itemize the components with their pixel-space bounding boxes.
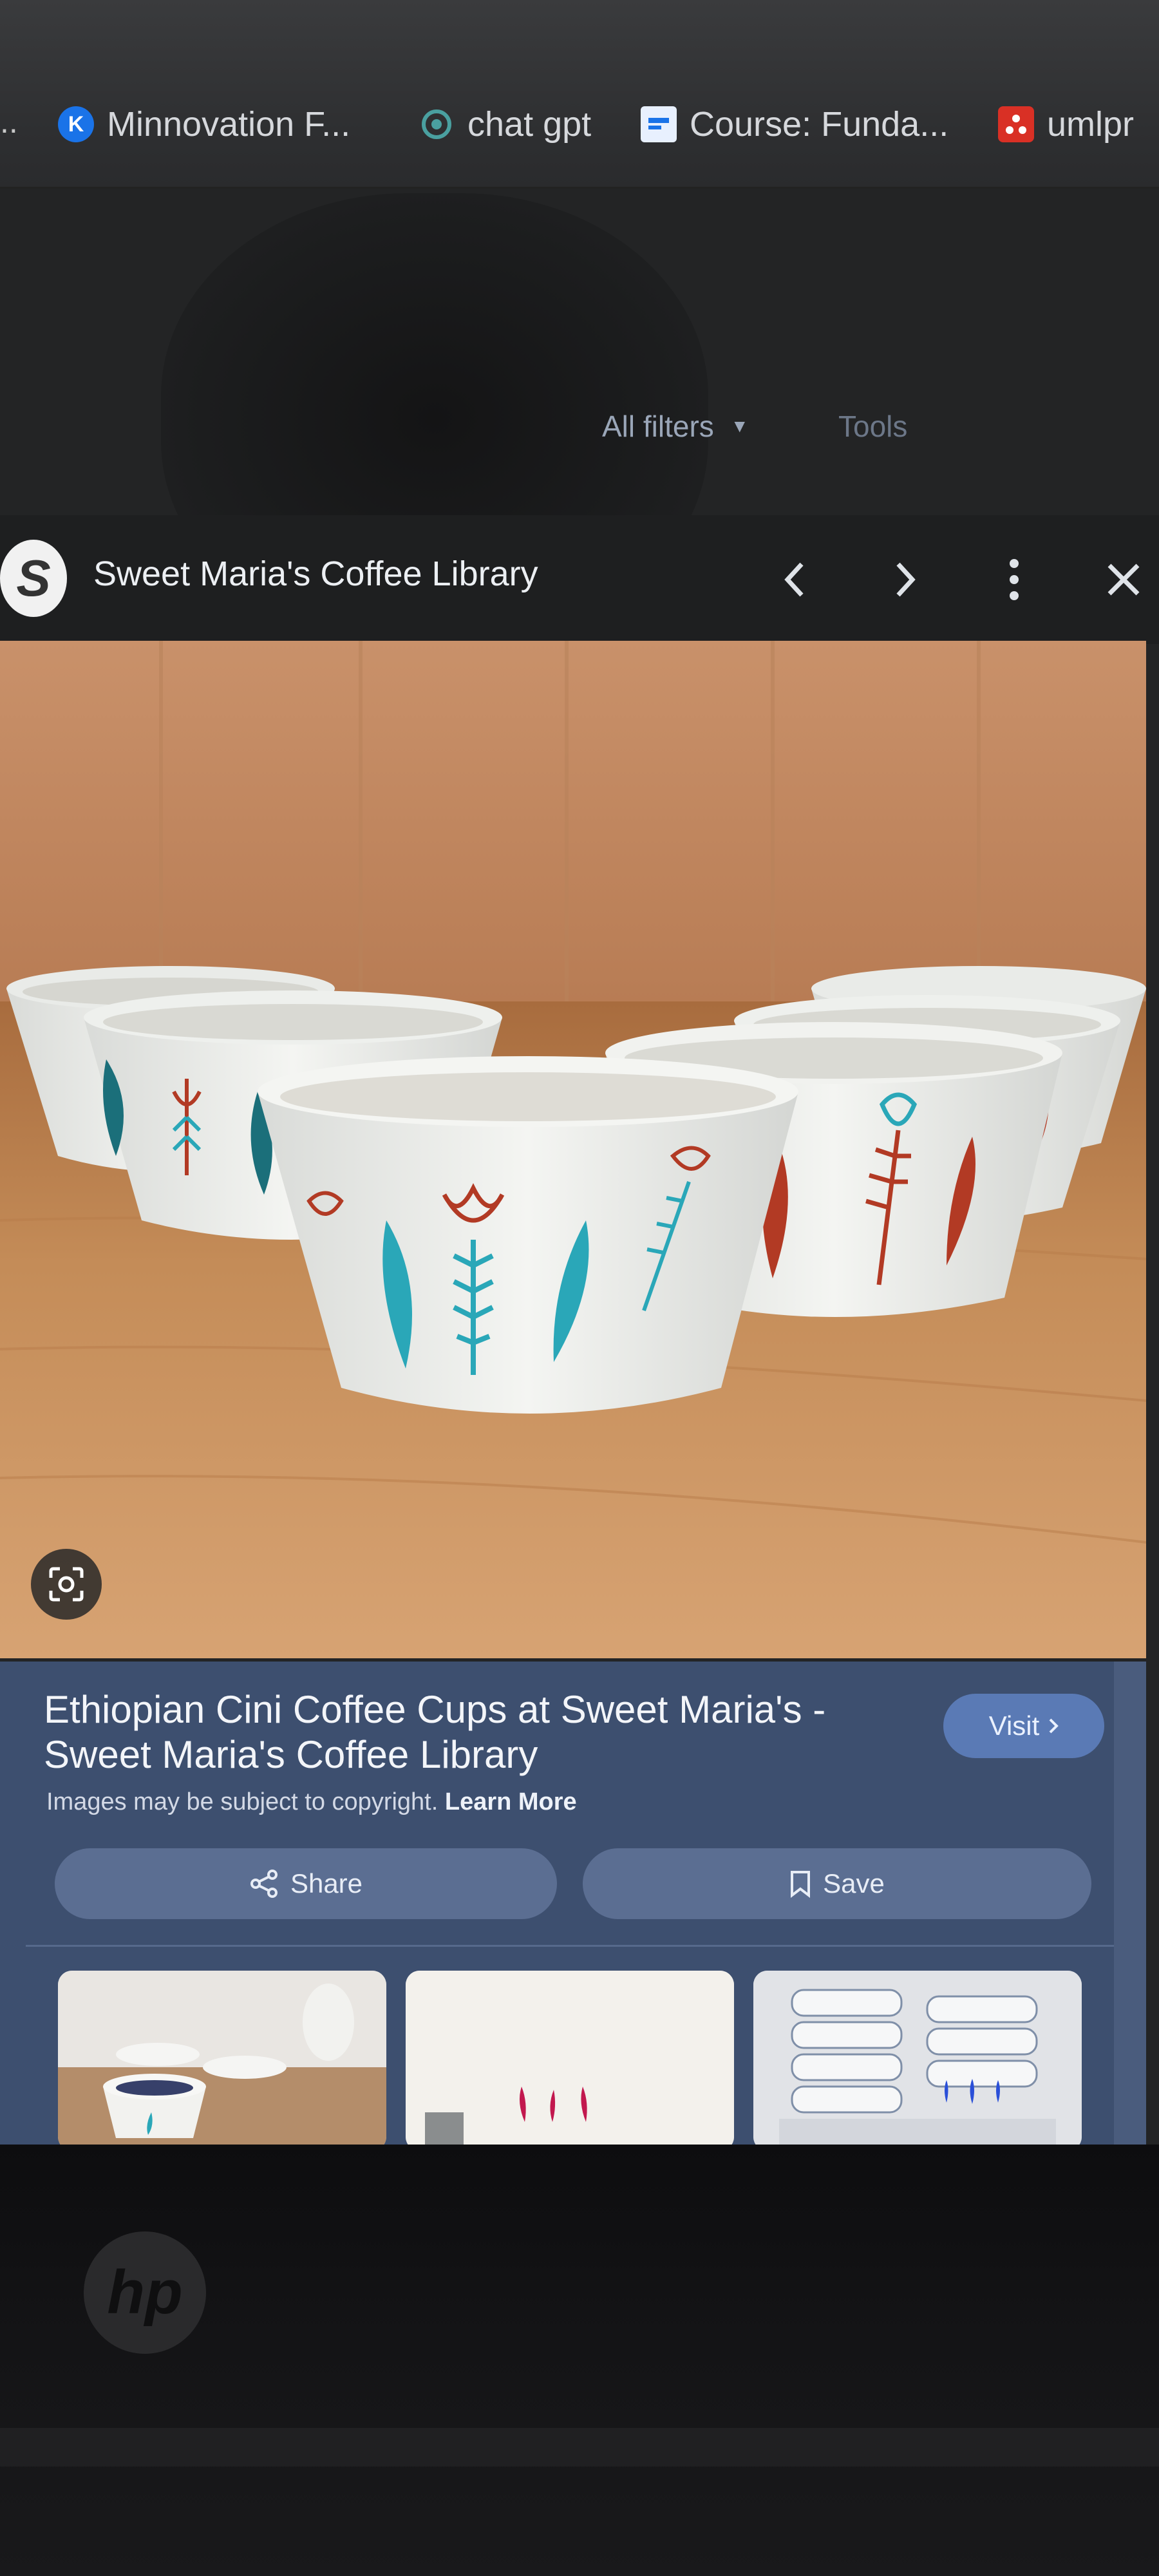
panel-scrollbar[interactable] [1114, 1662, 1146, 2145]
bookmark-umlpr[interactable]: umlpr [998, 95, 1134, 153]
google-lens-button[interactable] [31, 1549, 102, 1620]
openai-icon [419, 106, 455, 142]
related-thumbnail[interactable] [753, 1971, 1082, 2145]
bookmark-label: Course: Funda... [690, 105, 949, 144]
share-button[interactable]: Share [55, 1848, 557, 1919]
bookmark-course[interactable]: Course: Funda... [641, 95, 948, 153]
front-center-cup [258, 1056, 798, 1414]
cini-coffee-cups-photo[interactable] [0, 641, 1146, 1658]
previous-image-button[interactable] [766, 549, 824, 611]
search-tools-row: All filters ▼ Tools [0, 380, 1159, 483]
bookmarks-overflow[interactable]: .. [0, 103, 18, 140]
copyright-text: Images may be subject to copyright. [46, 1788, 438, 1815]
related-thumbnail[interactable] [406, 1971, 734, 2145]
panel-divider [26, 1945, 1120, 1947]
dropdown-arrow-icon: ▼ [730, 416, 749, 436]
all-filters-label: All filters [602, 410, 714, 443]
app-icon [998, 106, 1034, 142]
result-title[interactable]: Ethiopian Cini Coffee Cups at Sweet Mari… [44, 1687, 907, 1777]
lens-icon [49, 1567, 84, 1602]
source-name[interactable]: Sweet Maria's Coffee Library [93, 554, 538, 594]
all-filters-button[interactable]: All filters ▼ [602, 409, 749, 444]
bookmark-chat-gpt[interactable]: chat gpt [419, 95, 591, 153]
laptop-hinge [0, 2428, 1159, 2467]
chevron-left-icon [784, 562, 804, 597]
visit-button[interactable]: Visit [943, 1694, 1104, 1758]
course-icon [641, 106, 677, 142]
k-logo-icon: K [58, 106, 94, 142]
share-icon [250, 1870, 278, 1898]
learn-more-link[interactable]: Learn More [445, 1788, 577, 1815]
related-thumbnail[interactable] [58, 1971, 386, 2145]
chevron-right-icon [896, 562, 916, 597]
bookmark-label: chat gpt [467, 105, 592, 144]
save-label: Save [823, 1868, 885, 1899]
bookmark-label: Minnovation F... [107, 105, 351, 144]
close-viewer-button[interactable] [1095, 549, 1153, 611]
bookmark-label: umlpr [1047, 105, 1135, 144]
visit-label: Visit [988, 1710, 1040, 1741]
laptop-screen: .. K Minnovation F... chat gpt Course: F… [0, 0, 1159, 2145]
more-vert-icon [1010, 559, 1019, 600]
hp-logo: hp [84, 2231, 206, 2354]
next-image-button[interactable] [876, 549, 934, 611]
image-info-panel: Ethiopian Cini Coffee Cups at Sweet Mari… [0, 1662, 1146, 2145]
close-icon [1107, 564, 1140, 596]
copyright-notice: Images may be subject to copyright. Lear… [46, 1788, 577, 1816]
more-options-button[interactable] [985, 549, 1043, 611]
bookmarks-bar: .. K Minnovation F... chat gpt Course: F… [0, 0, 1159, 189]
laptop-bezel [0, 2145, 1159, 2576]
save-button[interactable]: Save [583, 1848, 1091, 1919]
tools-label: Tools [838, 410, 908, 443]
source-logo: S [0, 540, 67, 617]
tools-button[interactable]: Tools [838, 409, 907, 444]
chevron-right-icon [1049, 1718, 1059, 1734]
bookmark-icon [791, 1871, 811, 1898]
image-viewer-header: S Sweet Maria's Coffee Library [0, 515, 1159, 644]
bookmark-minnovation[interactable]: K Minnovation F... [58, 95, 350, 153]
share-label: Share [290, 1868, 363, 1899]
